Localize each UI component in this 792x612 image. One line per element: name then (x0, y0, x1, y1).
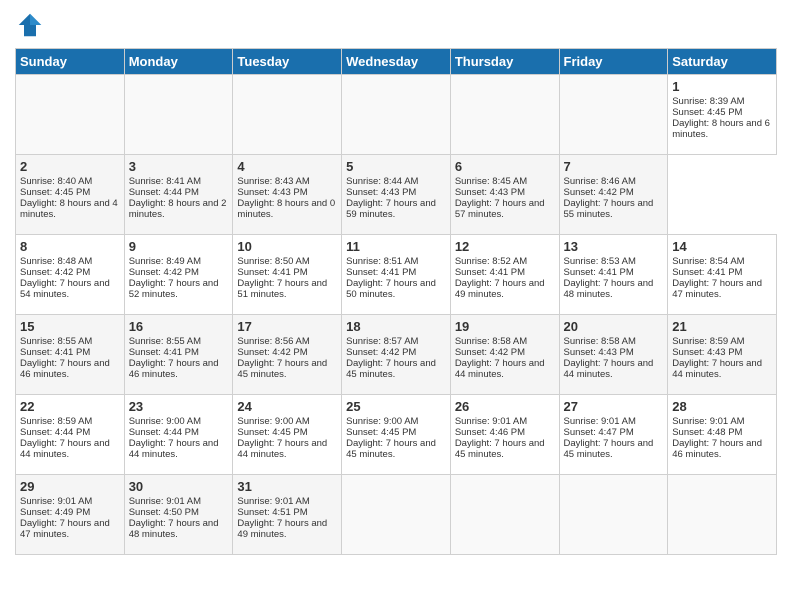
day-number: 12 (455, 239, 555, 254)
empty-cell (342, 75, 451, 155)
day-number: 30 (129, 479, 229, 494)
day-cell-19: 19Sunrise: 8:58 AMSunset: 4:42 PMDayligh… (450, 315, 559, 395)
day-number: 3 (129, 159, 229, 174)
empty-cell (450, 75, 559, 155)
day-number: 22 (20, 399, 120, 414)
empty-cell (559, 75, 668, 155)
header-day-saturday: Saturday (668, 49, 777, 75)
calendar-table: SundayMondayTuesdayWednesdayThursdayFrid… (15, 48, 777, 555)
empty-cell (559, 475, 668, 555)
day-cell-12: 12Sunrise: 8:52 AMSunset: 4:41 PMDayligh… (450, 235, 559, 315)
empty-cell (233, 75, 342, 155)
day-number: 6 (455, 159, 555, 174)
day-cell-4: 4Sunrise: 8:43 AMSunset: 4:43 PMDaylight… (233, 155, 342, 235)
empty-cell (124, 75, 233, 155)
header-day-wednesday: Wednesday (342, 49, 451, 75)
day-number: 5 (346, 159, 446, 174)
day-cell-3: 3Sunrise: 8:41 AMSunset: 4:44 PMDaylight… (124, 155, 233, 235)
day-number: 21 (672, 319, 772, 334)
day-cell-21: 21Sunrise: 8:59 AMSunset: 4:43 PMDayligh… (668, 315, 777, 395)
day-cell-25: 25Sunrise: 9:00 AMSunset: 4:45 PMDayligh… (342, 395, 451, 475)
day-cell-5: 5Sunrise: 8:44 AMSunset: 4:43 PMDaylight… (342, 155, 451, 235)
header-day-friday: Friday (559, 49, 668, 75)
day-number: 23 (129, 399, 229, 414)
day-cell-23: 23Sunrise: 9:00 AMSunset: 4:44 PMDayligh… (124, 395, 233, 475)
day-number: 17 (237, 319, 337, 334)
calendar-week-6: 29Sunrise: 9:01 AMSunset: 4:49 PMDayligh… (16, 475, 777, 555)
header-day-tuesday: Tuesday (233, 49, 342, 75)
empty-cell (342, 475, 451, 555)
day-cell-31: 31Sunrise: 9:01 AMSunset: 4:51 PMDayligh… (233, 475, 342, 555)
day-number: 25 (346, 399, 446, 414)
day-cell-17: 17Sunrise: 8:56 AMSunset: 4:42 PMDayligh… (233, 315, 342, 395)
day-cell-15: 15Sunrise: 8:55 AMSunset: 4:41 PMDayligh… (16, 315, 125, 395)
day-number: 24 (237, 399, 337, 414)
day-cell-10: 10Sunrise: 8:50 AMSunset: 4:41 PMDayligh… (233, 235, 342, 315)
day-number: 19 (455, 319, 555, 334)
header-day-monday: Monday (124, 49, 233, 75)
day-cell-11: 11Sunrise: 8:51 AMSunset: 4:41 PMDayligh… (342, 235, 451, 315)
calendar-week-5: 22Sunrise: 8:59 AMSunset: 4:44 PMDayligh… (16, 395, 777, 475)
calendar-week-4: 15Sunrise: 8:55 AMSunset: 4:41 PMDayligh… (16, 315, 777, 395)
day-cell-22: 22Sunrise: 8:59 AMSunset: 4:44 PMDayligh… (16, 395, 125, 475)
day-number: 31 (237, 479, 337, 494)
day-number: 29 (20, 479, 120, 494)
day-number: 4 (237, 159, 337, 174)
day-number: 2 (20, 159, 120, 174)
day-cell-2: 2Sunrise: 8:40 AMSunset: 4:45 PMDaylight… (16, 155, 125, 235)
calendar-week-3: 8Sunrise: 8:48 AMSunset: 4:42 PMDaylight… (16, 235, 777, 315)
day-cell-20: 20Sunrise: 8:58 AMSunset: 4:43 PMDayligh… (559, 315, 668, 395)
day-number: 8 (20, 239, 120, 254)
day-cell-24: 24Sunrise: 9:00 AMSunset: 4:45 PMDayligh… (233, 395, 342, 475)
day-number: 26 (455, 399, 555, 414)
empty-cell (668, 475, 777, 555)
day-number: 11 (346, 239, 446, 254)
page-container: SundayMondayTuesdayWednesdayThursdayFrid… (0, 0, 792, 565)
header-row: SundayMondayTuesdayWednesdayThursdayFrid… (16, 49, 777, 75)
day-number: 16 (129, 319, 229, 334)
day-cell-7: 7Sunrise: 8:46 AMSunset: 4:42 PMDaylight… (559, 155, 668, 235)
header-day-thursday: Thursday (450, 49, 559, 75)
logo (15, 10, 47, 40)
day-number: 1 (672, 79, 772, 94)
day-number: 15 (20, 319, 120, 334)
calendar-week-2: 2Sunrise: 8:40 AMSunset: 4:45 PMDaylight… (16, 155, 777, 235)
logo-icon (15, 10, 45, 40)
day-cell-18: 18Sunrise: 8:57 AMSunset: 4:42 PMDayligh… (342, 315, 451, 395)
day-cell-6: 6Sunrise: 8:45 AMSunset: 4:43 PMDaylight… (450, 155, 559, 235)
day-number: 28 (672, 399, 772, 414)
calendar-week-1: 1Sunrise: 8:39 AMSunset: 4:45 PMDaylight… (16, 75, 777, 155)
day-cell-30: 30Sunrise: 9:01 AMSunset: 4:50 PMDayligh… (124, 475, 233, 555)
day-number: 9 (129, 239, 229, 254)
calendar-body: 1Sunrise: 8:39 AMSunset: 4:45 PMDaylight… (16, 75, 777, 555)
day-cell-14: 14Sunrise: 8:54 AMSunset: 4:41 PMDayligh… (668, 235, 777, 315)
page-header (15, 10, 777, 40)
day-cell-28: 28Sunrise: 9:01 AMSunset: 4:48 PMDayligh… (668, 395, 777, 475)
empty-cell (450, 475, 559, 555)
day-cell-9: 9Sunrise: 8:49 AMSunset: 4:42 PMDaylight… (124, 235, 233, 315)
day-number: 13 (564, 239, 664, 254)
day-cell-27: 27Sunrise: 9:01 AMSunset: 4:47 PMDayligh… (559, 395, 668, 475)
day-cell-1: 1Sunrise: 8:39 AMSunset: 4:45 PMDaylight… (668, 75, 777, 155)
day-number: 18 (346, 319, 446, 334)
empty-cell (16, 75, 125, 155)
day-cell-8: 8Sunrise: 8:48 AMSunset: 4:42 PMDaylight… (16, 235, 125, 315)
day-cell-16: 16Sunrise: 8:55 AMSunset: 4:41 PMDayligh… (124, 315, 233, 395)
day-number: 27 (564, 399, 664, 414)
header-day-sunday: Sunday (16, 49, 125, 75)
day-cell-29: 29Sunrise: 9:01 AMSunset: 4:49 PMDayligh… (16, 475, 125, 555)
day-number: 14 (672, 239, 772, 254)
day-number: 20 (564, 319, 664, 334)
day-number: 7 (564, 159, 664, 174)
calendar-header: SundayMondayTuesdayWednesdayThursdayFrid… (16, 49, 777, 75)
day-number: 10 (237, 239, 337, 254)
day-cell-13: 13Sunrise: 8:53 AMSunset: 4:41 PMDayligh… (559, 235, 668, 315)
day-cell-26: 26Sunrise: 9:01 AMSunset: 4:46 PMDayligh… (450, 395, 559, 475)
